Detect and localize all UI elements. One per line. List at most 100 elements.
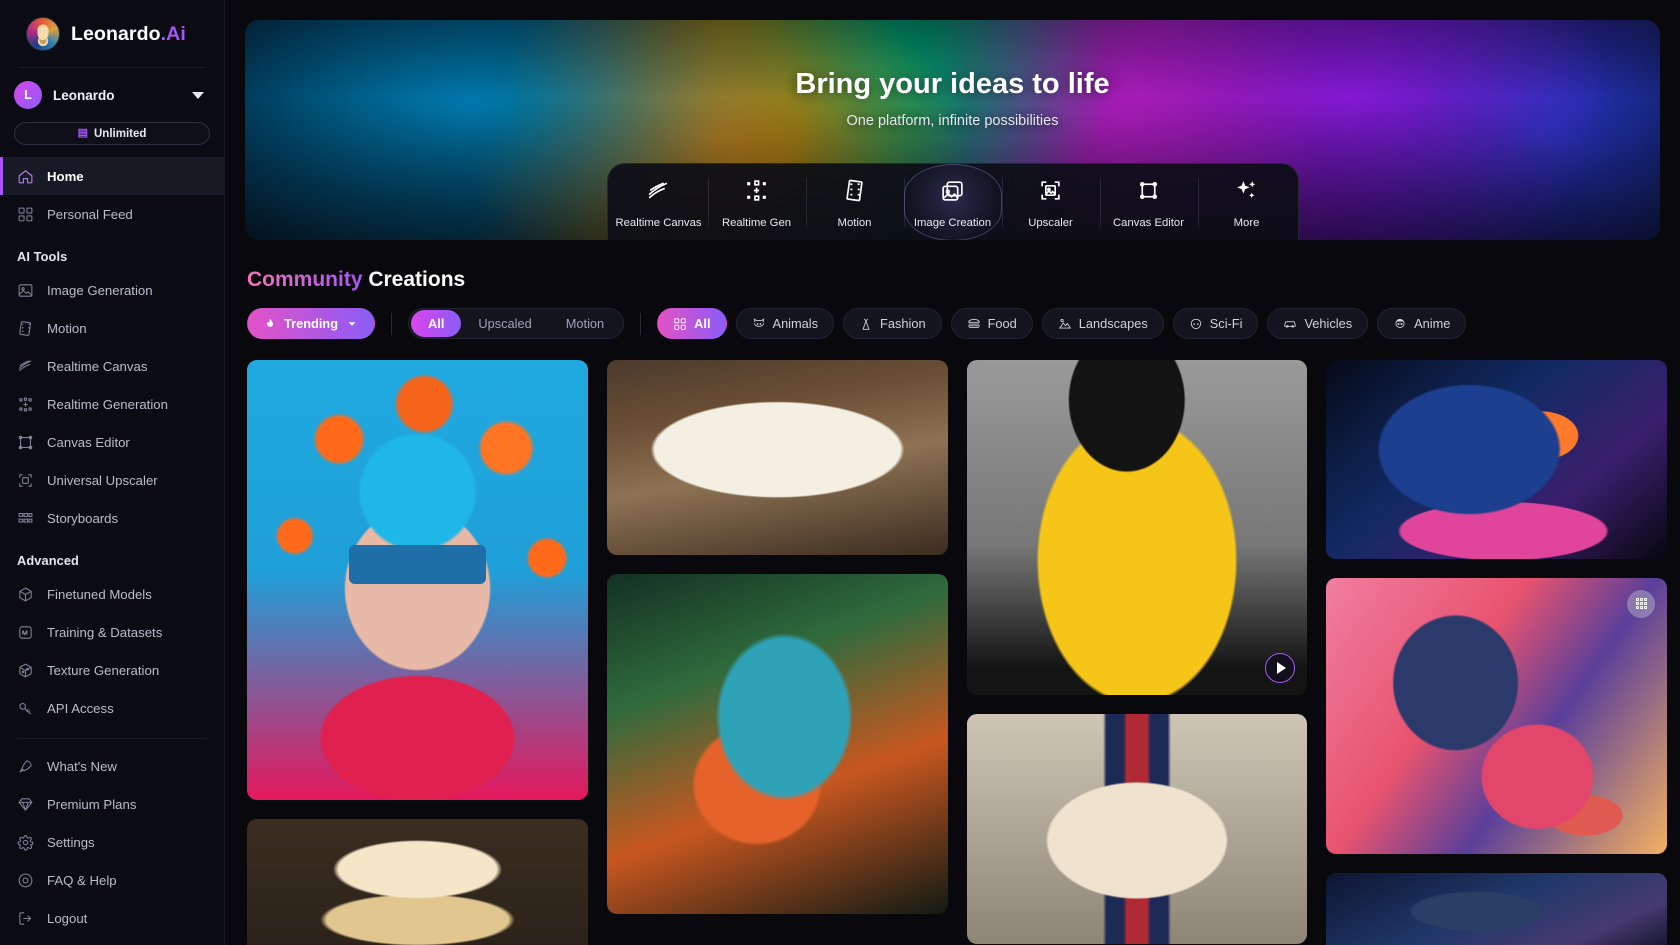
gallery-card[interactable] bbox=[1326, 577, 1667, 854]
tool-more[interactable]: More bbox=[1197, 164, 1296, 240]
grid-icon bbox=[17, 206, 34, 223]
sidebar-item-home[interactable]: Home bbox=[0, 157, 224, 195]
main-content: Bring your ideas to life One platform, i… bbox=[225, 0, 1680, 945]
sidebar-item-logout[interactable]: Logout bbox=[0, 899, 224, 937]
home-icon bbox=[17, 168, 34, 185]
category-chip-food[interactable]: Food bbox=[950, 308, 1033, 339]
play-button[interactable] bbox=[1265, 653, 1296, 683]
gallery-card[interactable] bbox=[966, 360, 1308, 695]
leonardo-logo-icon bbox=[26, 17, 60, 51]
gallery-card[interactable] bbox=[966, 714, 1308, 944]
divider bbox=[640, 312, 642, 335]
sidebar-item-personal-feed[interactable]: Personal Feed bbox=[0, 195, 224, 233]
category-chip-vehicles[interactable]: Vehicles bbox=[1267, 308, 1369, 339]
sidebar-item-label: What's New bbox=[47, 758, 117, 774]
sidebar-item-image-generation[interactable]: Image Generation bbox=[0, 271, 224, 309]
sort-dropdown-trending[interactable]: Trending bbox=[247, 308, 376, 339]
brush-icon bbox=[17, 358, 34, 375]
gallery-card[interactable] bbox=[247, 360, 588, 800]
tool-upscaler[interactable]: Upscaler bbox=[1001, 164, 1100, 240]
sidebar-item-label: Motion bbox=[47, 320, 87, 336]
category-chip-fashion[interactable]: Fashion bbox=[843, 308, 942, 339]
sidebar: Leonardo.Ai L Leonardo ▤ Unlimited Home … bbox=[0, 0, 225, 945]
sidebar-item-realtime-canvas[interactable]: Realtime Canvas bbox=[0, 347, 224, 385]
category-label: Vehicles bbox=[1304, 316, 1353, 331]
category-label: Animals bbox=[772, 316, 819, 331]
tool-canvas-editor[interactable]: Canvas Editor bbox=[1099, 164, 1198, 240]
page-title: Community Creations bbox=[247, 268, 1680, 292]
plan-badge[interactable]: ▤ Unlimited bbox=[14, 122, 210, 145]
tool-image-creation[interactable]: Image Creation bbox=[903, 164, 1002, 240]
flame-icon bbox=[267, 318, 273, 327]
images-stack-icon bbox=[940, 178, 965, 208]
sidebar-item-label: Personal Feed bbox=[47, 206, 133, 222]
category-chips: All Animals Fashion Food Landscapes Sci-… bbox=[657, 308, 1467, 339]
sidebar-item-label: Universal Upscaler bbox=[47, 472, 158, 488]
tool-label: More bbox=[1233, 217, 1260, 229]
category-chip-scifi[interactable]: Sci-Fi bbox=[1172, 308, 1259, 339]
chevron-down-icon bbox=[192, 91, 204, 99]
sort-label: Trending bbox=[284, 316, 339, 331]
sidebar-item-realtime-generation[interactable]: Realtime Generation bbox=[0, 385, 224, 423]
sidebar-item-finetuned-models[interactable]: Finetuned Models bbox=[0, 575, 224, 613]
sidebar-item-label: Finetuned Models bbox=[47, 586, 152, 602]
gallery-card[interactable] bbox=[1326, 360, 1667, 559]
sidebar-item-universal-upscaler[interactable]: Universal Upscaler bbox=[0, 461, 224, 499]
sidebar-item-storyboards[interactable]: Storyboards bbox=[0, 499, 224, 537]
sidebar-item-canvas-editor[interactable]: Canvas Editor bbox=[0, 423, 224, 461]
tool-motion[interactable]: Motion bbox=[805, 164, 904, 240]
help-icon bbox=[17, 872, 34, 889]
storyboard-icon bbox=[17, 510, 34, 527]
sidebar-item-texture-generation[interactable]: Texture Generation bbox=[0, 651, 224, 689]
category-chip-landscapes[interactable]: Landscapes bbox=[1041, 308, 1164, 339]
sidebar-item-settings[interactable]: Settings bbox=[0, 823, 224, 861]
sidebar-item-label: Image Generation bbox=[47, 282, 153, 298]
brand[interactable]: Leonardo.Ai bbox=[0, 0, 224, 67]
segment-upscaled[interactable]: Upscaled bbox=[461, 310, 548, 337]
segment-all[interactable]: All bbox=[411, 310, 462, 337]
page-title-rest: Creations bbox=[368, 268, 466, 291]
realtime-nodes-icon bbox=[744, 178, 769, 208]
sidebar-item-whats-new[interactable]: What's New bbox=[0, 747, 224, 785]
tool-realtime-canvas[interactable]: Realtime Canvas bbox=[610, 164, 708, 240]
sidebar-item-faq-help[interactable]: FAQ & Help bbox=[0, 861, 224, 899]
category-chip-all[interactable]: All bbox=[657, 308, 727, 339]
film-strip-icon bbox=[842, 178, 867, 208]
dataset-icon bbox=[17, 624, 34, 641]
filter-bar: Trending All Upscaled Motion All Animals bbox=[247, 308, 1680, 339]
sidebar-item-api-access[interactable]: API Access bbox=[0, 689, 224, 727]
account-switcher[interactable]: L Leonardo bbox=[0, 68, 224, 120]
divider bbox=[391, 312, 393, 335]
brand-name: Leonardo.Ai bbox=[71, 23, 186, 46]
category-chip-anime[interactable]: Anime bbox=[1377, 308, 1467, 339]
segment-motion[interactable]: Motion bbox=[549, 310, 621, 337]
sidebar-item-motion[interactable]: Motion bbox=[0, 309, 224, 347]
remix-grid-button[interactable] bbox=[1627, 589, 1655, 618]
cube-icon bbox=[17, 586, 34, 603]
burger-icon bbox=[967, 318, 980, 328]
sidebar-item-label: Home bbox=[47, 168, 84, 184]
gallery-card[interactable] bbox=[1326, 872, 1667, 945]
hero-banner: Bring your ideas to life One platform, i… bbox=[245, 20, 1660, 240]
plan-label: Unlimited bbox=[94, 127, 147, 140]
category-chip-animals[interactable]: Animals bbox=[735, 308, 835, 339]
gallery-card[interactable] bbox=[606, 574, 948, 914]
category-label: Landscapes bbox=[1078, 316, 1148, 331]
sparkles-icon bbox=[1234, 178, 1259, 208]
gallery-card[interactable] bbox=[606, 360, 948, 555]
sidebar-nav: Home Personal Feed AI Tools Image Genera… bbox=[0, 157, 224, 945]
key-icon bbox=[17, 700, 34, 717]
gallery-column-3 bbox=[966, 360, 1308, 945]
brush-strokes-icon bbox=[646, 178, 671, 208]
grid-dots-icon bbox=[1635, 598, 1647, 610]
sidebar-item-training-datasets[interactable]: Training & Datasets bbox=[0, 613, 224, 651]
sidebar-item-premium-plans[interactable]: Premium Plans bbox=[0, 785, 224, 823]
tool-label: Realtime Gen bbox=[721, 217, 792, 229]
tool-realtime-gen[interactable]: Realtime Gen bbox=[707, 164, 806, 240]
anime-face-icon bbox=[1395, 318, 1405, 328]
account-name: Leonardo bbox=[53, 87, 115, 103]
tool-strip: Realtime Canvas Realtime Gen Motion Imag… bbox=[606, 163, 1299, 240]
category-label: Sci-Fi bbox=[1209, 316, 1243, 331]
gallery-card[interactable] bbox=[247, 819, 588, 945]
tokens-icon: ▤ bbox=[77, 127, 88, 139]
